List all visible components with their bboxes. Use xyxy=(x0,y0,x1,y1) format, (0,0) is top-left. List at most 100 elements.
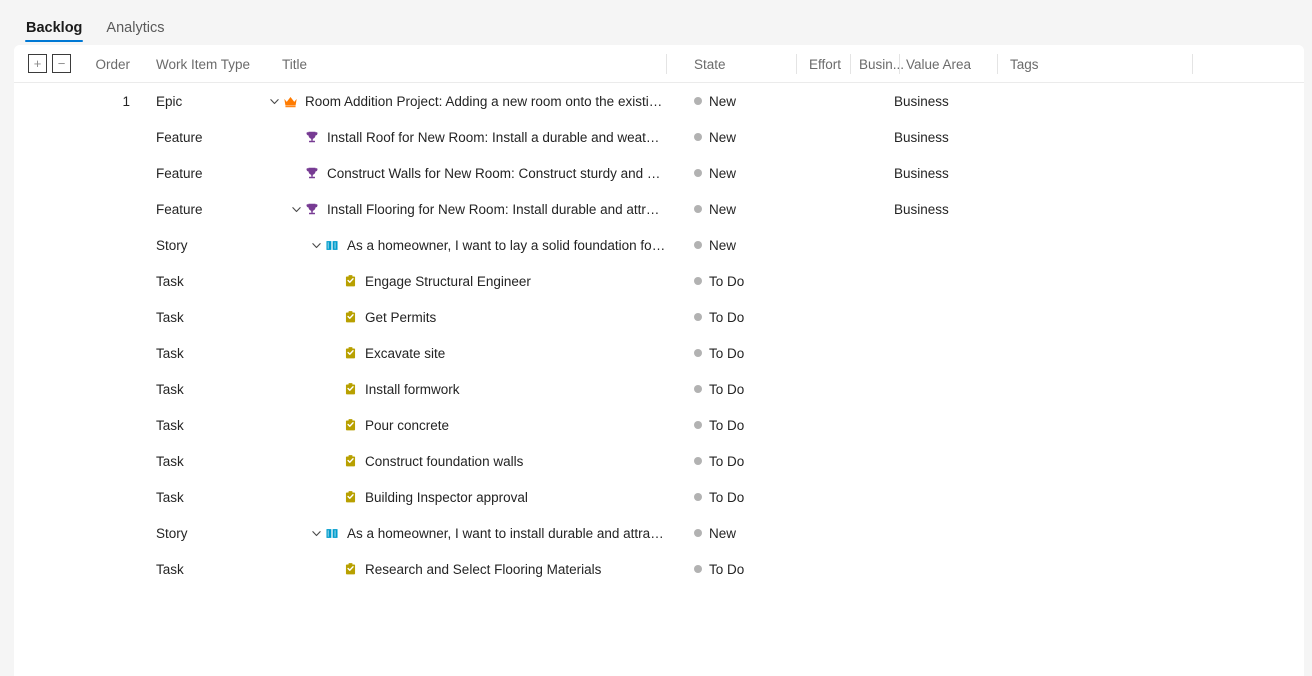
cell-order xyxy=(74,371,130,407)
column-header-tags[interactable]: Tags xyxy=(1010,45,1190,83)
cell-value-area xyxy=(894,371,994,407)
column-divider-business[interactable] xyxy=(850,54,851,74)
status-badge: To Do xyxy=(709,561,745,577)
column-header-effort[interactable]: Effort xyxy=(809,45,854,83)
cell-title[interactable]: Construct foundation walls xyxy=(266,443,666,479)
table-row[interactable]: Task Building Inspector approval To Do xyxy=(14,479,1304,515)
cell-state: To Do xyxy=(694,551,814,587)
cell-effort xyxy=(804,299,854,335)
column-header-order[interactable]: Order xyxy=(74,45,130,83)
cell-order xyxy=(74,119,130,155)
table-row[interactable]: 1 Epic Room Addition Project: Adding a new… xyxy=(14,83,1304,119)
cell-work-item-type: Task xyxy=(156,381,184,397)
cell-title[interactable]: Research and Select Flooring Materials xyxy=(266,551,666,587)
value-area-label: Business xyxy=(894,201,949,217)
cell-value-area xyxy=(894,263,994,299)
cell-effort xyxy=(804,443,854,479)
cell-value-area: Business xyxy=(894,155,994,191)
tab-bar: Backlog Analytics xyxy=(0,0,1312,45)
table-row[interactable]: Feature Install Flooring for New Room: In… xyxy=(14,191,1304,227)
status-badge: To Do xyxy=(709,381,745,397)
cell-value-area xyxy=(894,443,994,479)
expand-collapse-group: + − xyxy=(28,54,71,73)
chevron-down-icon[interactable] xyxy=(308,525,324,541)
chevron-down-icon[interactable] xyxy=(288,201,304,217)
cell-value-area xyxy=(894,299,994,335)
cell-title[interactable]: Room Addition Project: Adding a new room… xyxy=(266,83,666,119)
cell-title[interactable]: Install Flooring for New Room: Install d… xyxy=(266,191,666,227)
work-item-title: Install Roof for New Room: Install a dur… xyxy=(327,129,666,145)
cell-work-item-type: Task xyxy=(156,453,184,469)
cell-work-item-type: Task xyxy=(156,345,184,361)
cell-effort xyxy=(804,551,854,587)
value-area-label: Business xyxy=(894,93,949,109)
tab-analytics-label: Analytics xyxy=(106,19,165,36)
status-dot-icon xyxy=(694,241,702,249)
column-header-value-area[interactable]: Value Area xyxy=(906,45,1001,83)
status-badge: To Do xyxy=(709,417,745,433)
cell-title[interactable]: Engage Structural Engineer xyxy=(266,263,666,299)
clipboard-icon xyxy=(342,273,358,289)
column-header-title[interactable]: Title xyxy=(282,45,662,83)
crown-icon xyxy=(282,93,298,109)
table-row[interactable]: Task Pour concrete To Do xyxy=(14,407,1304,443)
status-badge: To Do xyxy=(709,345,745,361)
grid-header-row: + − Order Work Item Type Title State Eff… xyxy=(14,45,1304,83)
table-row[interactable]: Feature Install Roof for New Room: Instal… xyxy=(14,119,1304,155)
table-row[interactable]: Task Get Permits To Do xyxy=(14,299,1304,335)
cell-title[interactable]: As a homeowner, I want to lay a solid fo… xyxy=(266,227,666,263)
cell-effort xyxy=(804,155,854,191)
cell-tags xyxy=(999,479,1199,515)
clipboard-icon xyxy=(342,561,358,577)
chevron-down-icon[interactable] xyxy=(266,93,282,109)
work-item-title: Building Inspector approval xyxy=(365,489,528,505)
cell-title[interactable]: Get Permits xyxy=(266,299,666,335)
cell-tags xyxy=(999,335,1199,371)
cell-title[interactable]: As a homeowner, I want to install durabl… xyxy=(266,515,666,551)
chevron-down-icon[interactable] xyxy=(308,237,324,253)
cell-value-area: Business xyxy=(894,119,994,155)
expand-all-button[interactable]: + xyxy=(28,54,47,73)
table-row[interactable]: Task Install formwork To Do xyxy=(14,371,1304,407)
cell-value-area xyxy=(894,515,994,551)
table-row[interactable]: Task Construct foundation walls To Do xyxy=(14,443,1304,479)
status-badge: New xyxy=(709,201,737,217)
column-divider-effort[interactable] xyxy=(796,54,797,74)
status-dot-icon xyxy=(694,493,702,501)
table-row[interactable]: Task Research and Select Flooring Materia… xyxy=(14,551,1304,587)
cell-title[interactable]: Construct Walls for New Room: Construct … xyxy=(266,155,666,191)
cell-title[interactable]: Building Inspector approval xyxy=(266,479,666,515)
status-badge: New xyxy=(709,129,737,145)
column-divider-end[interactable] xyxy=(1192,54,1193,74)
column-header-state[interactable]: State xyxy=(694,45,804,83)
table-row[interactable]: Story As a homeowner, I want to install d… xyxy=(14,515,1304,551)
cell-order xyxy=(74,335,130,371)
column-divider-tags[interactable] xyxy=(997,54,998,74)
cell-state: New xyxy=(694,119,814,155)
cell-order xyxy=(74,263,130,299)
table-row[interactable]: Task Excavate site To Do xyxy=(14,335,1304,371)
status-badge: To Do xyxy=(709,273,745,289)
collapse-all-button[interactable]: − xyxy=(52,54,71,73)
cell-tags xyxy=(999,119,1199,155)
status-dot-icon xyxy=(694,205,702,213)
work-item-title: As a homeowner, I want to install durabl… xyxy=(347,525,666,541)
tab-analytics[interactable]: Analytics xyxy=(94,19,176,46)
cell-title[interactable]: Pour concrete xyxy=(266,407,666,443)
table-row[interactable]: Feature Construct Walls for New Room: Con… xyxy=(14,155,1304,191)
cell-tags xyxy=(999,299,1199,335)
status-badge: New xyxy=(709,525,737,541)
tab-backlog[interactable]: Backlog xyxy=(14,20,94,46)
cell-effort xyxy=(804,479,854,515)
table-row[interactable]: Task Engage Structural Engineer To Do xyxy=(14,263,1304,299)
cell-title[interactable]: Excavate site xyxy=(266,335,666,371)
cell-title[interactable]: Install formwork xyxy=(266,371,666,407)
column-header-work-item-type[interactable]: Work Item Type xyxy=(156,45,266,83)
table-row[interactable]: Story As a homeowner, I want to lay a sol… xyxy=(14,227,1304,263)
cell-effort xyxy=(804,515,854,551)
column-divider-title[interactable] xyxy=(666,54,667,74)
cell-work-item-type: Feature xyxy=(156,165,203,181)
cell-title[interactable]: Install Roof for New Room: Install a dur… xyxy=(266,119,666,155)
column-divider-value-area[interactable] xyxy=(899,54,900,74)
work-item-title: Room Addition Project: Adding a new room… xyxy=(305,93,666,109)
